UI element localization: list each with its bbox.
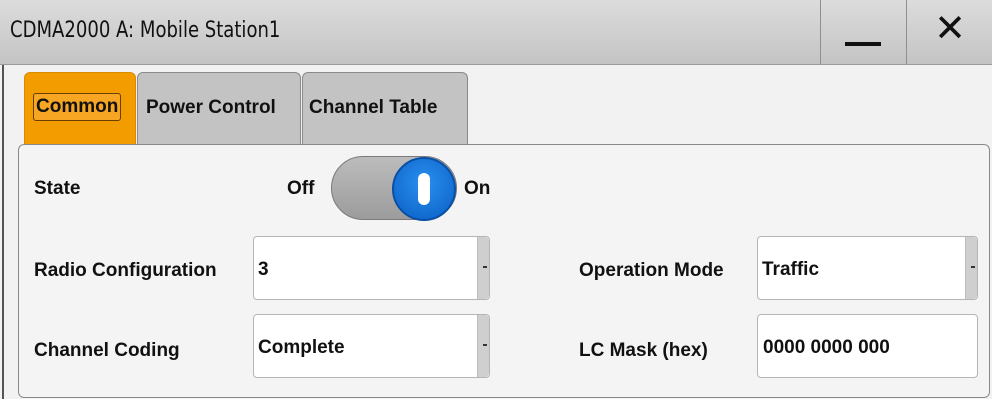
lc-mask-label: LC Mask (hex) [579,340,708,361]
title-bar: CDMA2000 A: Mobile Station1 ✕ [0,0,992,65]
state-off-label: Off [287,178,315,199]
state-on-label: On [464,178,491,199]
lc-mask-value: 0000 0000 000 [763,337,890,358]
lc-mask-input[interactable]: 0000 0000 000 [757,314,978,378]
tab-common[interactable]: Common [24,72,136,145]
channel-coding-label: Channel Coding [34,340,180,361]
window-title: CDMA2000 A: Mobile Station1 [10,18,281,43]
operation-mode-label: Operation Mode [579,260,724,281]
channel-coding-dropdown[interactable]: Complete [253,314,490,378]
tab-channel-table[interactable]: Channel Table [302,72,468,145]
dropdown-strip [965,237,977,299]
tab-common-label: Common [33,93,122,121]
left-edge-divider [2,65,4,399]
operation-mode-value: Traffic [762,259,820,280]
state-toggle-knob[interactable] [392,157,456,221]
minimize-button[interactable] [820,0,904,64]
state-label: State [34,178,81,199]
tab-channel-table-label: Channel Table [309,97,438,118]
toggle-on-indicator-icon [418,173,430,205]
close-button[interactable]: ✕ [906,0,992,64]
operation-mode-dropdown[interactable]: Traffic [757,236,978,300]
minimize-icon [845,42,881,46]
dropdown-strip [477,315,489,377]
tab-power-control[interactable]: Power Control [137,72,301,145]
chevron-down-icon [483,344,487,346]
tab-power-control-label: Power Control [146,97,276,118]
radio-configuration-label: Radio Configuration [34,260,217,281]
radio-configuration-value: 3 [258,259,269,280]
channel-coding-value: Complete [258,337,345,358]
chevron-down-icon [483,266,487,268]
radio-configuration-dropdown[interactable]: 3 [253,236,490,300]
chevron-down-icon [971,266,975,268]
close-icon: ✕ [934,6,966,50]
dropdown-strip [477,237,489,299]
